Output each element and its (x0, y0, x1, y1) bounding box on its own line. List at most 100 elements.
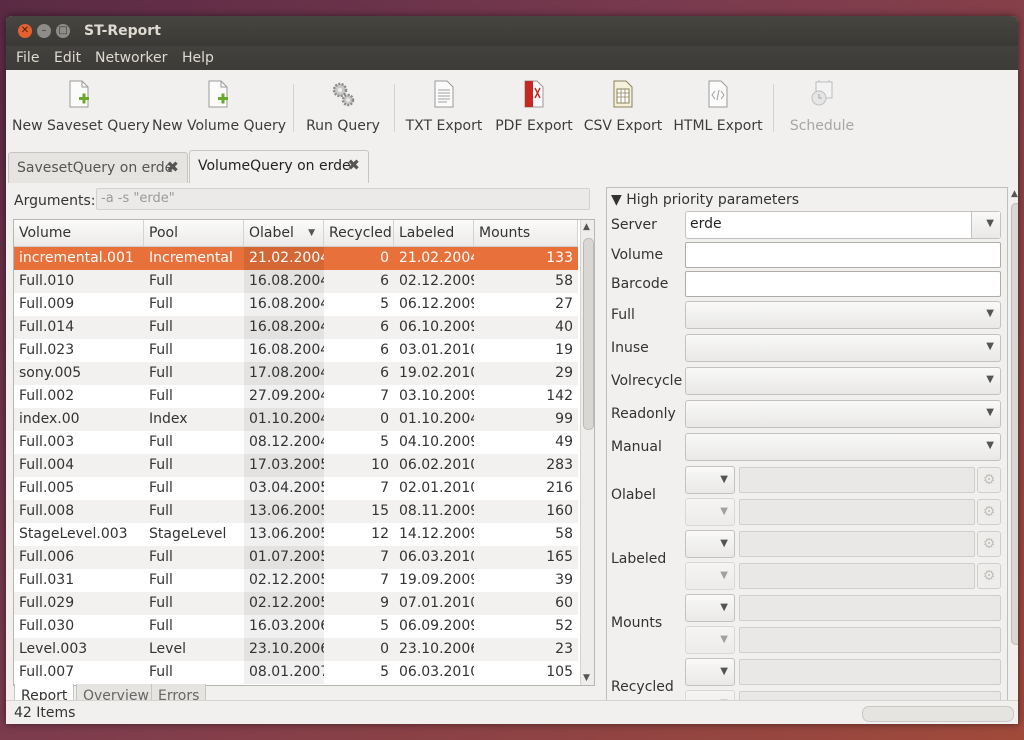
recycled-value-input[interactable] (739, 659, 1001, 685)
volrecycle-combo[interactable]: ▼ (685, 367, 1001, 395)
chevron-down-icon: ▼ (720, 570, 728, 581)
scroll-up-icon[interactable]: ▲ (583, 222, 590, 232)
table-cell: 49 (555, 434, 573, 450)
scrollbar-thumb[interactable] (1011, 203, 1018, 645)
labeled-operator-combo-2[interactable]: ▼ (685, 562, 735, 590)
table-cell: 01.10.2004 (399, 411, 474, 427)
parameters-scrollbar[interactable]: ▲ ▼ (1010, 187, 1018, 711)
mounts-operator-combo[interactable]: ▼ (685, 594, 735, 622)
readonly-combo[interactable]: ▼ (685, 400, 1001, 428)
table-row[interactable]: index.00 Index 01.10.2004 0 01.10.2004 99 (14, 408, 578, 431)
manual-combo[interactable]: ▼ (685, 433, 1001, 461)
column-header-volume[interactable]: Volume (14, 220, 144, 246)
minimize-window-icon[interactable]: – (37, 24, 51, 38)
pdf-export-button[interactable]: PDF Export (494, 76, 574, 142)
arguments-input[interactable]: -a -s "erde" (96, 188, 590, 210)
column-header-olabel[interactable]: Olabel ▼ (244, 220, 324, 246)
run-query-button[interactable]: Run Query (304, 76, 382, 142)
query-tabs: SavesetQuery on erde ✖ VolumeQuery on er… (6, 150, 1018, 184)
labeled-value-input[interactable] (739, 531, 975, 557)
table-row[interactable]: incremental.001 Incremental 21.02.2004 0 21.… (14, 247, 578, 270)
gear-icon[interactable]: ⚙ (977, 531, 1001, 557)
scroll-down-icon[interactable]: ▼ (583, 673, 590, 683)
full-combo[interactable]: ▼ (685, 301, 1001, 329)
table-cell: 6 (380, 365, 389, 381)
server-value: erde (690, 216, 722, 232)
table-row[interactable]: Full.031 Full 02.12.2005 7 19.09.2009 39 (14, 569, 578, 592)
mounts-operator-combo-2[interactable]: ▼ (685, 626, 735, 654)
menu-edit[interactable]: Edit (54, 50, 81, 66)
column-header-recycled[interactable]: Recycled (324, 220, 394, 246)
table-row[interactable]: Full.004 Full 17.03.2005 10 06.02.2010 283 (14, 454, 578, 477)
mounts-value-input-2[interactable] (739, 627, 1001, 653)
table-cell: 0 (380, 641, 389, 657)
table-row[interactable]: Full.002 Full 27.09.2004 7 03.10.2009 142 (14, 385, 578, 408)
table-row[interactable]: sony.005 Full 17.08.2004 6 19.02.2010 29 (14, 362, 578, 385)
tab-saveset-query[interactable]: SavesetQuery on erde ✖ (8, 152, 188, 183)
table-cell: 165 (546, 549, 573, 565)
olabel-operator-combo-2[interactable]: ▼ (685, 498, 735, 526)
chevron-down-icon: ▼ (720, 666, 728, 677)
scrollbar-thumb[interactable] (583, 238, 594, 430)
olabel-operator-combo[interactable]: ▼ (685, 466, 735, 494)
table-cell: 9 (380, 595, 389, 611)
table-row[interactable]: Full.005 Full 03.04.2005 7 02.01.2010 216 (14, 477, 578, 500)
gear-icon[interactable]: ⚙ (977, 563, 1001, 589)
chevron-down-icon: ▼ (720, 634, 728, 645)
chevron-down-icon: ▼ (986, 374, 994, 385)
table-scrollbar[interactable]: ▲ ▼ (580, 220, 594, 685)
table-row[interactable]: Full.008 Full 13.06.2005 15 08.11.2009 160 (14, 500, 578, 523)
table-row[interactable]: Full.003 Full 08.12.2004 5 04.10.2009 49 (14, 431, 578, 454)
labeled-operator-combo[interactable]: ▼ (685, 530, 735, 558)
table-cell: Full.003 (19, 434, 75, 450)
table-row[interactable]: Full.030 Full 16.03.2006 5 06.09.2009 52 (14, 615, 578, 638)
inuse-combo[interactable]: ▼ (685, 334, 1001, 362)
txt-export-button[interactable]: TXT Export (404, 76, 484, 142)
tab-volume-query[interactable]: VolumeQuery on erde ✖ (189, 150, 369, 183)
parameters-header[interactable]: ▼ High priority parameters (611, 192, 799, 208)
table-row[interactable]: Full.014 Full 16.08.2004 6 06.10.2009 40 (14, 316, 578, 339)
gear-icon[interactable]: ⚙ (977, 499, 1001, 525)
schedule-button[interactable]: Schedule (786, 76, 858, 142)
csv-export-button[interactable]: CSV Export (582, 76, 664, 142)
scroll-up-icon[interactable]: ▲ (1011, 189, 1018, 199)
mounts-value-input[interactable] (739, 595, 1001, 621)
table-cell: 03.01.2010 (399, 342, 474, 358)
column-header-mounts[interactable]: Mounts (474, 220, 578, 246)
close-tab-icon[interactable]: ✖ (347, 156, 360, 174)
table-cell: 0 (380, 250, 389, 266)
toolbar-separator (394, 84, 395, 132)
table-cell: 02.01.2010 (399, 480, 474, 496)
table-row[interactable]: Level.003 Level 23.10.2006 0 23.10.2006 23 (14, 638, 578, 661)
olabel-value-input-2[interactable] (739, 499, 975, 525)
maximize-window-icon[interactable]: □ (56, 24, 70, 38)
server-combo[interactable]: erde ▼ (685, 211, 1001, 239)
server-dropdown-button[interactable]: ▼ (971, 212, 1000, 238)
toolbar-label: New Saveset Query (12, 118, 150, 134)
column-header-pool[interactable]: Pool (144, 220, 244, 246)
menu-networker[interactable]: Networker (95, 50, 167, 66)
menu-file[interactable]: File (16, 50, 39, 66)
table-row[interactable]: Full.006 Full 01.07.2005 7 06.03.2010 165 (14, 546, 578, 569)
table-row[interactable]: Full.007 Full 08.01.2007 5 06.03.2010 105 (14, 661, 578, 684)
html-export-button[interactable]: HTML Export (672, 76, 764, 142)
recycled-operator-combo[interactable]: ▼ (685, 658, 735, 686)
new-saveset-query-button[interactable]: New Saveset Query (12, 76, 150, 142)
new-volume-query-button[interactable]: New Volume Query (152, 76, 286, 142)
table-row[interactable]: Full.010 Full 16.08.2004 6 02.12.2009 58 (14, 270, 578, 293)
close-tab-icon[interactable]: ✖ (166, 158, 179, 176)
table-row[interactable]: Full.029 Full 02.12.2005 9 07.01.2010 60 (14, 592, 578, 615)
close-window-icon[interactable]: ✕ (18, 24, 32, 38)
table-row[interactable]: Full.009 Full 16.08.2004 5 06.12.2009 27 (14, 293, 578, 316)
table-row[interactable]: StageLevel.003 StageLevel 13.06.2005 12 14.1… (14, 523, 578, 546)
table-row[interactable]: Full.023 Full 16.08.2004 6 03.01.2010 19 (14, 339, 578, 362)
olabel-value-input[interactable] (739, 467, 975, 493)
gear-icon[interactable]: ⚙ (977, 467, 1001, 493)
barcode-input[interactable] (685, 271, 1001, 297)
labeled-value-input-2[interactable] (739, 563, 975, 589)
volume-input[interactable] (685, 242, 1001, 268)
menu-help[interactable]: Help (182, 50, 214, 66)
server-label: Server (611, 217, 657, 233)
column-header-labeled[interactable]: Labeled (394, 220, 474, 246)
volrecycle-label: Volrecycle (611, 373, 683, 389)
